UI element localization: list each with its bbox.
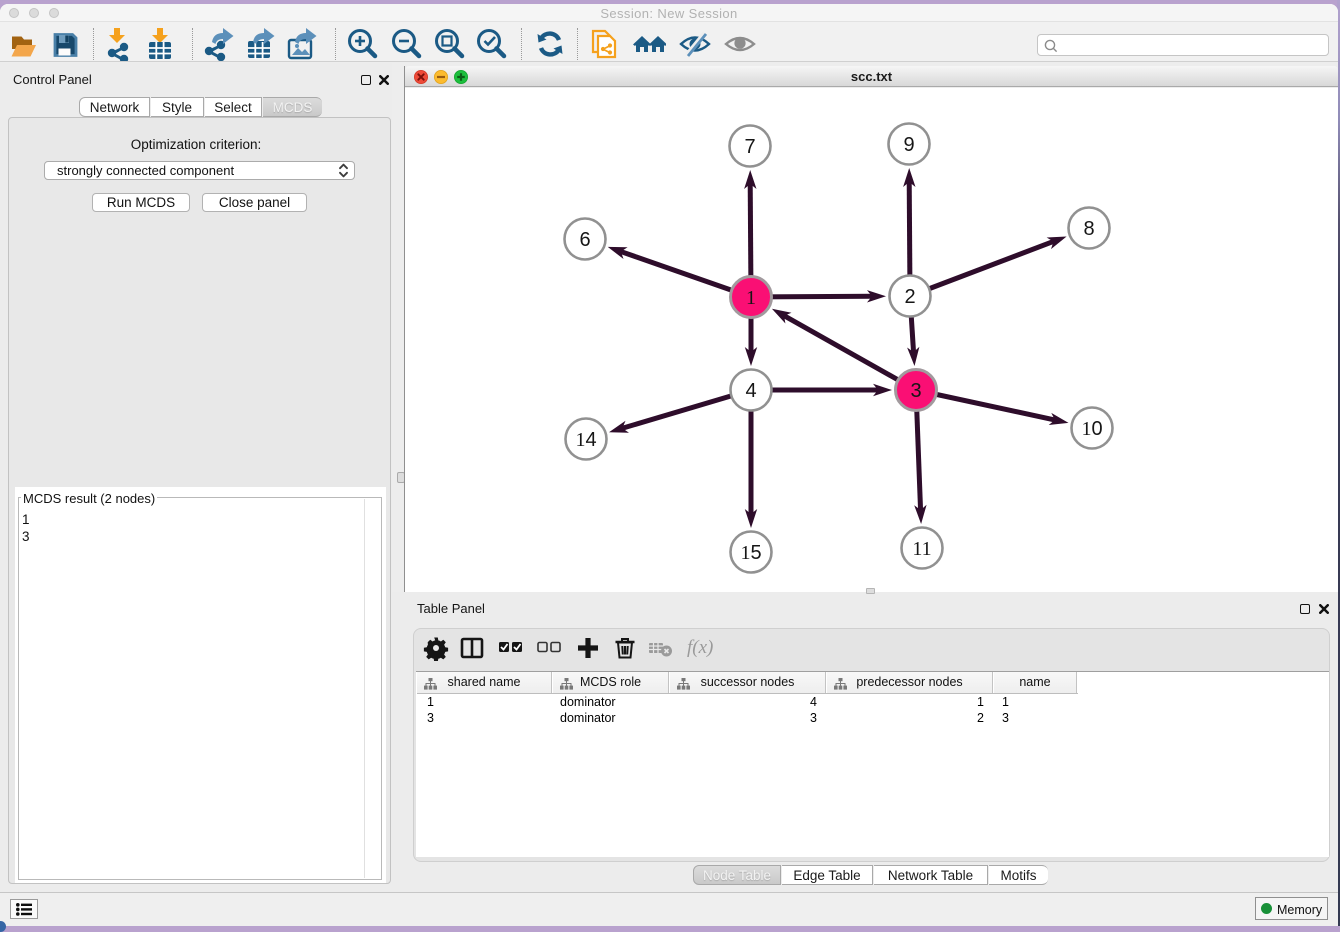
svg-text:1: 1 (746, 287, 756, 309)
svg-text:9: 9 (903, 134, 914, 156)
svg-text:4: 4 (745, 380, 756, 402)
svg-text:2: 2 (904, 286, 915, 308)
svg-text:15: 15 (740, 542, 761, 564)
svg-text:3: 3 (910, 380, 921, 402)
svg-text:6: 6 (579, 229, 590, 251)
svg-text:11: 11 (912, 538, 931, 560)
svg-text:10: 10 (1081, 418, 1102, 440)
svg-text:8: 8 (1083, 218, 1094, 240)
svg-text:7: 7 (744, 136, 755, 158)
svg-text:14: 14 (575, 429, 596, 451)
